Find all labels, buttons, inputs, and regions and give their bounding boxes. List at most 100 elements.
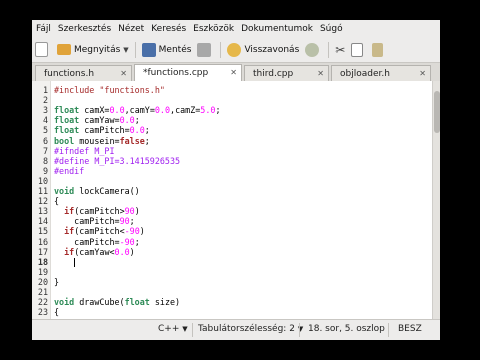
code-token: if	[64, 246, 75, 257]
code-line[interactable]: 14 camPitch=90;	[32, 216, 432, 226]
save-button[interactable]: Mentés	[139, 39, 195, 60]
code-token: drawCube(	[74, 297, 125, 308]
code-line[interactable]: 7 #ifndef M_PI	[32, 146, 432, 156]
close-icon[interactable]: ✕	[317, 69, 324, 78]
tab-functions-cpp[interactable]: *functions.cpp ✕	[134, 64, 242, 81]
code-line[interactable]: 6 bool mousein=false;	[32, 136, 432, 146]
menu-search[interactable]: Keresés	[147, 24, 189, 34]
menu-tools[interactable]: Eszközök	[189, 24, 237, 34]
code-token: void	[54, 297, 75, 308]
code-line[interactable]: 20}	[32, 277, 432, 287]
toolbar-separator	[328, 41, 330, 58]
code-text: #ifndef M_PI	[54, 146, 115, 156]
code-line[interactable]: 4 float camYaw=0.0;	[32, 115, 432, 125]
code-line[interactable]: 9 #endif	[32, 166, 432, 176]
code-token: camYaw=	[79, 115, 120, 126]
copy-icon	[351, 42, 364, 57]
code-token: if	[64, 226, 75, 237]
code-text: #endif	[54, 166, 84, 176]
code-line[interactable]: 17 if(camYaw<0.0)	[32, 247, 432, 257]
tab-width-label: Tabulátorszélesség: 2	[198, 324, 295, 334]
code-token: 0.0	[109, 105, 125, 116]
line-number: 17	[37, 246, 48, 257]
code-token: 90	[119, 216, 130, 227]
redo-icon	[305, 42, 320, 57]
code-line[interactable]: 22 void drawCube(float size)	[32, 297, 432, 307]
menu-help[interactable]: Súgó	[316, 24, 346, 34]
code-line[interactable]: 10	[32, 176, 432, 186]
tab-label: functions.h	[44, 68, 95, 79]
line-number: 6	[42, 135, 48, 146]
line-number: 5	[42, 125, 48, 136]
code-text: {	[54, 196, 59, 206]
code-line[interactable]: 21	[32, 287, 432, 297]
new-document-button[interactable]	[32, 39, 54, 60]
line-number: 2	[42, 95, 48, 106]
language-selector[interactable]: C++ ▼	[158, 324, 188, 334]
code-token: ;	[129, 216, 135, 227]
code-line[interactable]: 23 {	[32, 307, 432, 317]
code-line[interactable]: 18	[32, 257, 432, 267]
print-button[interactable]	[194, 39, 217, 60]
status-separator	[388, 323, 389, 337]
menu-edit[interactable]: Szerkesztés	[54, 24, 114, 34]
tab-label: third.cpp	[253, 68, 294, 79]
line-number: 11	[37, 186, 48, 196]
code-text: void drawCube(float size)	[54, 297, 180, 307]
menu-documents[interactable]: Dokumentumok	[237, 24, 316, 34]
menu-view[interactable]: Nézet	[114, 24, 147, 34]
code-line[interactable]: 8 #define M_PI=3.1415926535	[32, 156, 432, 166]
code-line[interactable]: 5 float camPitch=0.0;	[32, 125, 432, 135]
paste-icon	[372, 42, 384, 57]
chevron-down-icon[interactable]: ▼	[123, 46, 128, 54]
menu-file[interactable]: Fájl	[32, 24, 54, 34]
code-token: 5.0	[200, 105, 216, 116]
close-icon[interactable]: ✕	[419, 69, 426, 78]
status-separator	[299, 323, 300, 337]
code-token: float	[54, 115, 80, 126]
redo-button[interactable]	[302, 39, 325, 60]
tab-objloader-h[interactable]: objloader.h ✕	[331, 65, 431, 81]
code-text: if(camYaw<0.0)	[54, 247, 135, 257]
code-line[interactable]: 12 {	[32, 196, 432, 206]
code-line[interactable]: 15 if(camPitch<-90)	[32, 226, 432, 236]
copy-button[interactable]	[348, 39, 369, 60]
tab-functions-h[interactable]: functions.h ✕	[35, 65, 132, 81]
close-icon[interactable]: ✕	[230, 68, 237, 77]
cut-button[interactable]: ✂	[332, 39, 348, 60]
tab-width-selector[interactable]: Tabulátorszélesség: 2 ▼	[198, 324, 303, 334]
tab-label: *functions.cpp	[143, 68, 209, 78]
undo-button[interactable]: Visszavonás	[224, 39, 302, 60]
code-line[interactable]: 16 camPitch=-90;	[32, 237, 432, 247]
code-line[interactable]: 11 void lockCamera()	[32, 186, 432, 196]
paste-button[interactable]	[369, 39, 389, 60]
vertical-scrollbar[interactable]	[432, 81, 440, 339]
cursor-position: 18. sor, 5. oszlop	[308, 324, 385, 334]
code-token: 0.0	[129, 125, 145, 136]
code-token: false	[119, 135, 145, 146]
code-text: float camX=0.0,camY=0.0,camZ=5.0;	[54, 105, 220, 115]
code-line[interactable]: 13 if(camPitch>90)	[32, 206, 432, 216]
code-token: float	[54, 105, 80, 116]
code-line[interactable]: 19	[32, 267, 432, 277]
code-token: if	[64, 206, 75, 217]
code-line[interactable]: 2	[32, 95, 432, 105]
code-line[interactable]: 3 float camX=0.0,camY=0.0,camZ=5.0;	[32, 105, 432, 115]
code-token: camPitch=	[79, 125, 130, 136]
toolbar-separator	[220, 41, 222, 58]
scrollbar-thumb[interactable]	[434, 91, 440, 133]
save-icon	[141, 42, 156, 57]
open-button[interactable]: Megnyitás ▼	[54, 39, 132, 60]
code-token: lockCamera()	[74, 186, 140, 196]
code-token: #ifndef M_PI	[54, 145, 115, 156]
code-text: float camPitch=0.0;	[54, 125, 150, 135]
code-token: )	[129, 246, 135, 257]
code-line[interactable]: 1 #include "functions.h"	[32, 85, 432, 95]
close-icon[interactable]: ✕	[120, 69, 127, 78]
code-token: (camPitch>	[74, 206, 125, 217]
tab-third-cpp[interactable]: third.cpp ✕	[244, 65, 329, 81]
code-editor[interactable]: 1 #include "functions.h" 2 3 float camX=0.0,…	[32, 81, 432, 339]
toolbar: Megnyitás ▼ Mentés Visszavonás ✂	[32, 37, 440, 63]
code-text: camPitch=90;	[54, 216, 135, 226]
code-token: ,camY=	[124, 105, 155, 116]
